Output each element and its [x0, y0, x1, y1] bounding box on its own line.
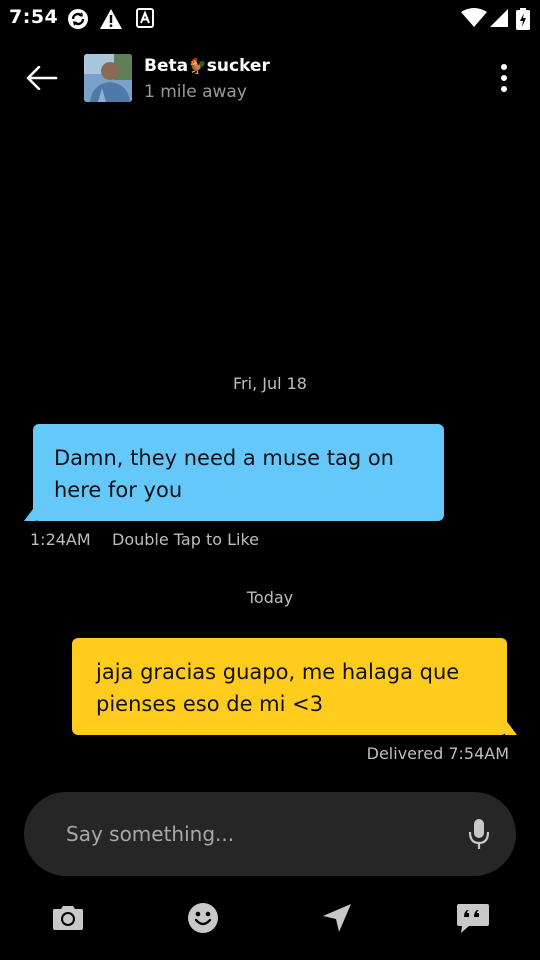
- message-composer: [24, 792, 516, 876]
- status-time: 7:54: [9, 6, 59, 28]
- wifi-icon: [461, 8, 487, 32]
- a-badge-icon: [136, 8, 154, 32]
- microphone-icon: [468, 819, 490, 849]
- contact-distance: 1 mile away: [144, 82, 247, 102]
- double-tap-hint: Double Tap to Like: [112, 530, 259, 549]
- chat-header: Beta🐓sucker 1 mile away: [0, 44, 540, 112]
- date-separator: Today: [246, 588, 294, 607]
- avatar[interactable]: [84, 54, 132, 102]
- message-input[interactable]: [66, 818, 446, 850]
- voice-message-button[interactable]: [464, 814, 494, 854]
- location-icon: [323, 904, 351, 932]
- location-button[interactable]: [315, 896, 359, 940]
- contact-name-prefix: Beta: [144, 56, 189, 76]
- camera-button[interactable]: [46, 896, 90, 940]
- status-bar: 7:54: [0, 0, 540, 36]
- back-arrow-icon: [26, 66, 58, 90]
- incoming-message-bubble[interactable]: Damn, they need a muse tag on here for y…: [33, 424, 444, 521]
- rooster-emoji: 🐓: [188, 57, 207, 75]
- quick-reply-icon: [457, 904, 489, 933]
- emoji-button[interactable]: [181, 896, 225, 940]
- contact-name[interactable]: Beta🐓sucker: [144, 56, 270, 76]
- outgoing-message-bubble[interactable]: jaja gracias guapo, me halaga que piense…: [72, 638, 507, 735]
- warning-icon: [99, 8, 123, 34]
- contact-name-suffix: sucker: [206, 56, 270, 76]
- delivery-status: Delivered 7:54AM: [366, 744, 509, 763]
- back-button[interactable]: [22, 58, 62, 98]
- message-time: 1:24AM: [30, 530, 91, 549]
- emoji-icon: [188, 903, 218, 933]
- more-options-button[interactable]: [488, 58, 520, 98]
- camera-icon: [53, 906, 83, 930]
- more-vertical-icon: [501, 64, 507, 92]
- outgoing-bubble-tail: [505, 719, 517, 735]
- signal-icon: [489, 8, 509, 32]
- sync-icon: [66, 8, 90, 34]
- date-separator: Fri, Jul 18: [233, 374, 307, 393]
- battery-icon: [516, 8, 530, 34]
- quick-reply-button[interactable]: [451, 896, 495, 940]
